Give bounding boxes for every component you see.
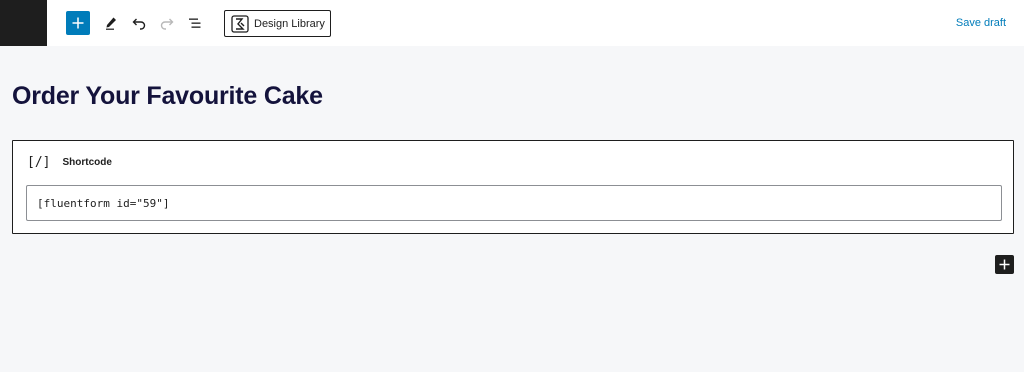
add-block-button[interactable] xyxy=(995,255,1014,274)
shortcode-block-header: [/] Shortcode xyxy=(27,155,112,170)
plus-icon xyxy=(72,17,84,29)
design-library-label: Design Library xyxy=(254,17,325,30)
save-draft-button[interactable]: Save draft xyxy=(956,17,1006,29)
shortcode-block-label: Shortcode xyxy=(62,157,112,168)
editor-top-toolbar: Design Library Save draft xyxy=(0,0,1024,46)
undo-button[interactable] xyxy=(127,11,151,35)
block-inserter-button[interactable] xyxy=(66,11,90,35)
shortcode-block[interactable]: [/] Shortcode [fluentform id="59"] xyxy=(12,140,1014,234)
shortcode-icon: [/] xyxy=(27,155,51,170)
plus-icon xyxy=(999,259,1010,270)
design-library-button[interactable]: Design Library xyxy=(224,10,331,37)
undo-icon xyxy=(132,18,146,30)
site-logo-area[interactable] xyxy=(0,0,47,46)
pencil-icon xyxy=(106,17,116,30)
design-library-icon xyxy=(231,14,249,33)
tools-button[interactable] xyxy=(99,11,123,35)
list-view-icon xyxy=(189,18,201,28)
shortcode-input[interactable]: [fluentform id="59"] xyxy=(26,185,1002,221)
redo-button[interactable] xyxy=(155,11,179,35)
list-view-button[interactable] xyxy=(183,11,207,35)
redo-icon xyxy=(160,18,174,30)
post-title[interactable]: Order Your Favourite Cake xyxy=(12,82,323,111)
